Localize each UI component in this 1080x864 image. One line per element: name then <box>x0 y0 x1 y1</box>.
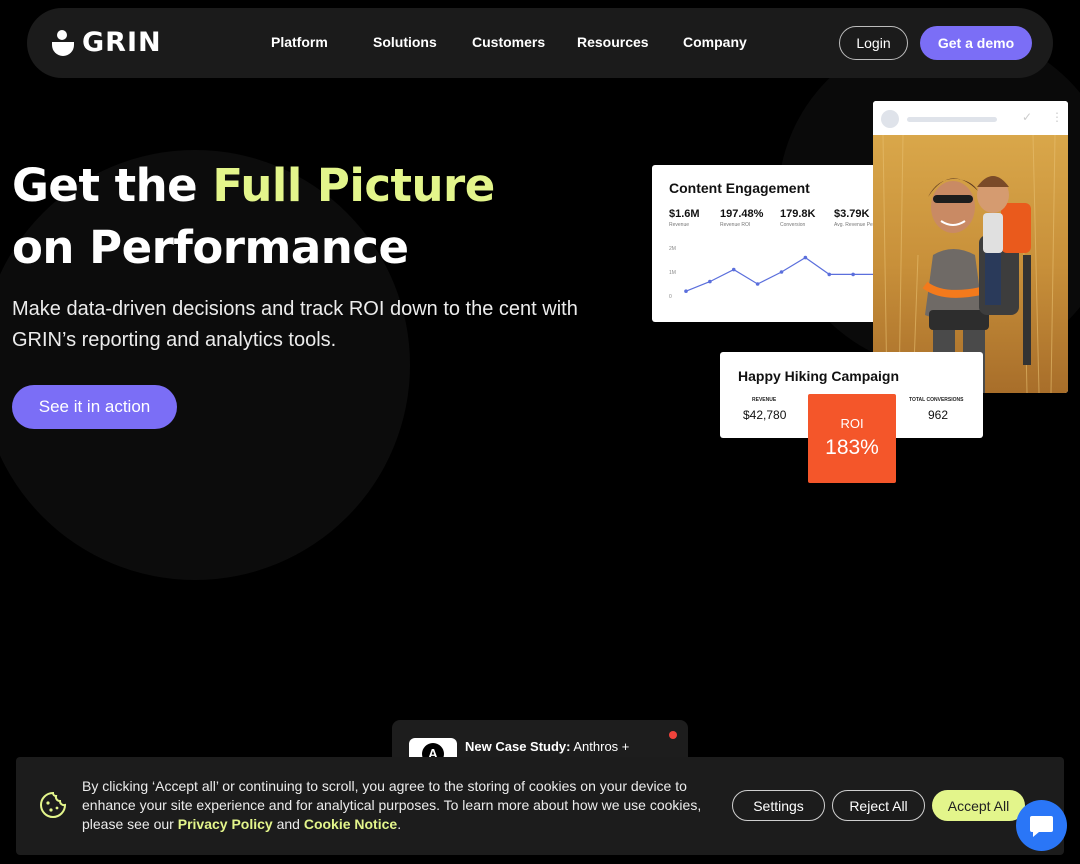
conversions-label: TOTAL CONVERSIONS <box>909 397 964 403</box>
engagement-series-line <box>685 256 877 292</box>
see-it-in-action-button[interactable]: See it in action <box>12 385 177 429</box>
campaign-title: Happy Hiking Campaign <box>738 368 900 384</box>
engagement-data-point <box>755 282 760 286</box>
case-study-text: New Case Study: Anthros + <box>465 739 630 754</box>
cookie-banner: By clicking ‘Accept all’ or continuing t… <box>16 757 1064 855</box>
engagement-data-point <box>851 272 855 277</box>
post-header: ✓ ⋮ <box>873 101 1068 135</box>
y-tick-label: 2M <box>669 246 676 252</box>
grin-logo-icon <box>52 30 74 56</box>
cookie-settings-button[interactable]: Settings <box>732 790 825 821</box>
engagement-data-point <box>827 272 832 277</box>
hero-title-line2: on Performance <box>12 221 409 274</box>
y-tick-label: 1M <box>669 270 676 276</box>
nav-link-platform[interactable]: Platform <box>271 34 328 50</box>
engagement-data-point <box>731 267 736 272</box>
hero-title-accent: Full Picture <box>212 159 495 212</box>
nav-link-resources[interactable]: Resources <box>577 34 649 50</box>
grin-logo[interactable]: GRIN <box>52 28 162 58</box>
engagement-line-chart: 2M 1M 0 <box>669 246 877 300</box>
login-button[interactable]: Login <box>839 26 908 60</box>
check-icon: ✓ <box>1022 110 1033 124</box>
engagement-data-point <box>803 255 808 260</box>
roi-value: 183% <box>825 436 879 459</box>
roi-label: ROI <box>840 416 864 431</box>
hero-title-prefix: Get the <box>12 159 213 212</box>
more-icon: ⋮ <box>1051 110 1063 124</box>
cookie-icon <box>40 791 67 818</box>
privacy-policy-link[interactable]: Privacy Policy <box>178 816 273 832</box>
chat-button[interactable] <box>1016 800 1067 851</box>
cookie-text: By clicking ‘Accept all’ or continuing t… <box>82 778 702 832</box>
chat-bubble-icon <box>1030 816 1053 837</box>
avatar <box>881 110 899 128</box>
nav-link-company[interactable]: Company <box>683 34 747 50</box>
content-engagement-card: Content Engagement $1.6M Revenue 197.48%… <box>652 165 877 322</box>
logo-text: GRIN <box>82 27 162 58</box>
reject-all-button[interactable]: Reject All <box>832 790 925 821</box>
username-placeholder <box>907 117 997 122</box>
notification-dot <box>669 731 677 739</box>
engagement-data-point <box>684 289 688 293</box>
get-demo-button[interactable]: Get a demo <box>920 26 1032 60</box>
conversions-value: 962 <box>928 408 949 422</box>
nav-link-solutions[interactable]: Solutions <box>373 34 437 50</box>
revenue-label: REVENUE <box>752 397 777 403</box>
cookie-notice-link[interactable]: Cookie Notice <box>304 816 397 832</box>
top-navigation: GRIN Platform Solutions Customers Resour… <box>27 8 1053 78</box>
accept-all-button[interactable]: Accept All <box>932 790 1025 821</box>
revenue-value: $42,780 <box>743 408 787 422</box>
nav-link-customers[interactable]: Customers <box>472 34 545 50</box>
engagement-data-point <box>779 270 784 274</box>
hero-subtitle: Make data-driven decisions and track ROI… <box>12 298 578 351</box>
social-post-card: ✓ ⋮ <box>873 101 1068 393</box>
engagement-data-point <box>708 279 712 284</box>
roi-badge: ROI 183% <box>808 394 896 483</box>
hero-title: Get the Full Picture on Performance <box>12 155 495 279</box>
y-tick-label: 0 <box>669 294 672 300</box>
